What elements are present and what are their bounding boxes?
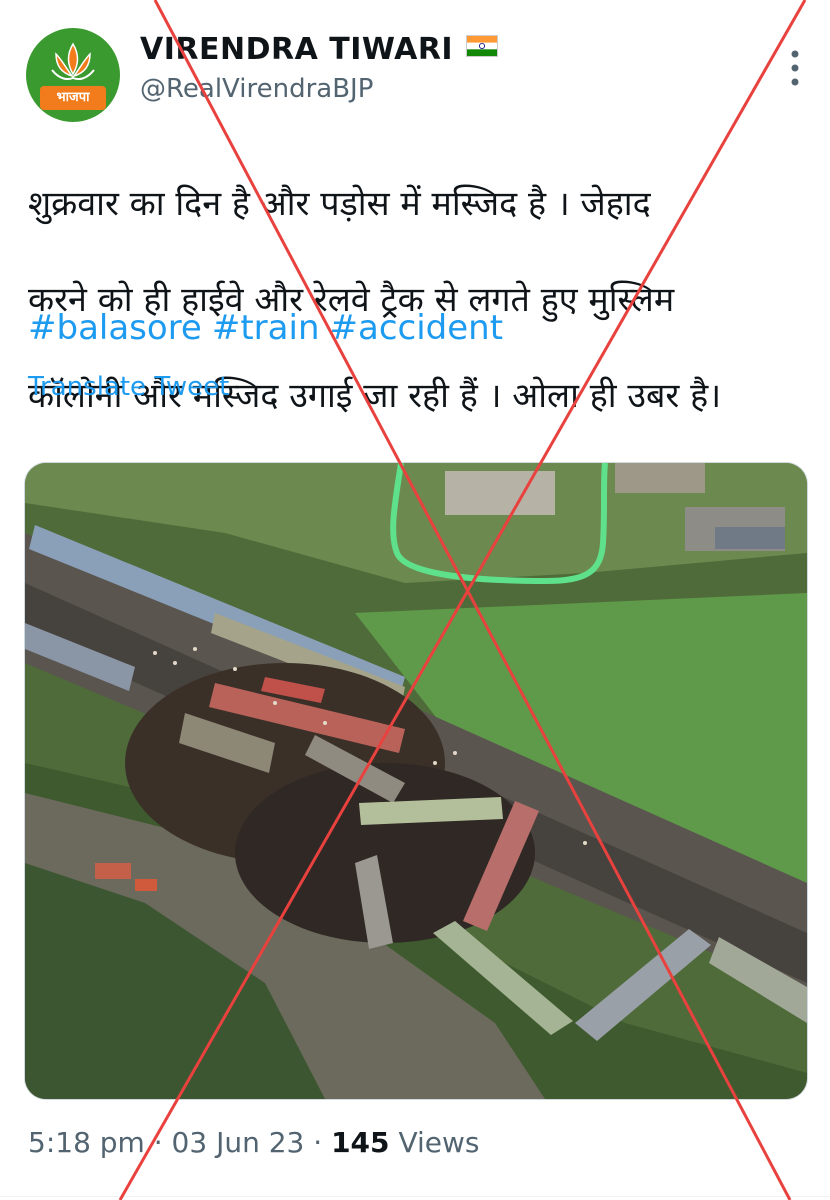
hashtag-accident[interactable]: #accident [330,308,504,348]
tweet-media[interactable] [24,462,808,1100]
tweet-date[interactable]: 03 Jun 23 [172,1126,305,1159]
hashtag-train[interactable]: #train [212,308,320,348]
avatar[interactable]: भाजपा [26,28,120,122]
hashtag-balasore[interactable]: #balasore [28,308,202,348]
lotus-icon [51,42,95,80]
aerial-train-accident-photo [25,463,807,1099]
author-name[interactable]: VIRENDRA TIWARI [140,32,499,67]
india-flag-icon [466,35,499,57]
divider [0,1196,830,1197]
tweet-meta: 5:18 pm · 03 Jun 23 · 145 Views [28,1126,479,1159]
meta-separator: · [313,1126,323,1159]
more-options-icon[interactable] [788,48,802,88]
tweet-time[interactable]: 5:18 pm [28,1126,145,1159]
author-handle[interactable]: @RealVirendraBJP [140,74,373,104]
meta-separator: · [153,1126,163,1159]
avatar-badge: भाजपा [40,86,106,110]
hashtag-list: #balasore #train #accident [28,304,513,352]
views-count[interactable]: 145 [331,1126,389,1159]
tweet-line: शुक्रवार का दिन है और पड़ोस में मस्जिद ह… [28,184,651,224]
author-name-text: VIRENDRA TIWARI [140,32,454,67]
views-label: Views [398,1126,480,1159]
tweet-text: शुक्रवार का दिन है और पड़ोस में मस्जिद ह… [28,132,798,468]
translate-tweet-link[interactable]: Translate Tweet [28,372,229,402]
